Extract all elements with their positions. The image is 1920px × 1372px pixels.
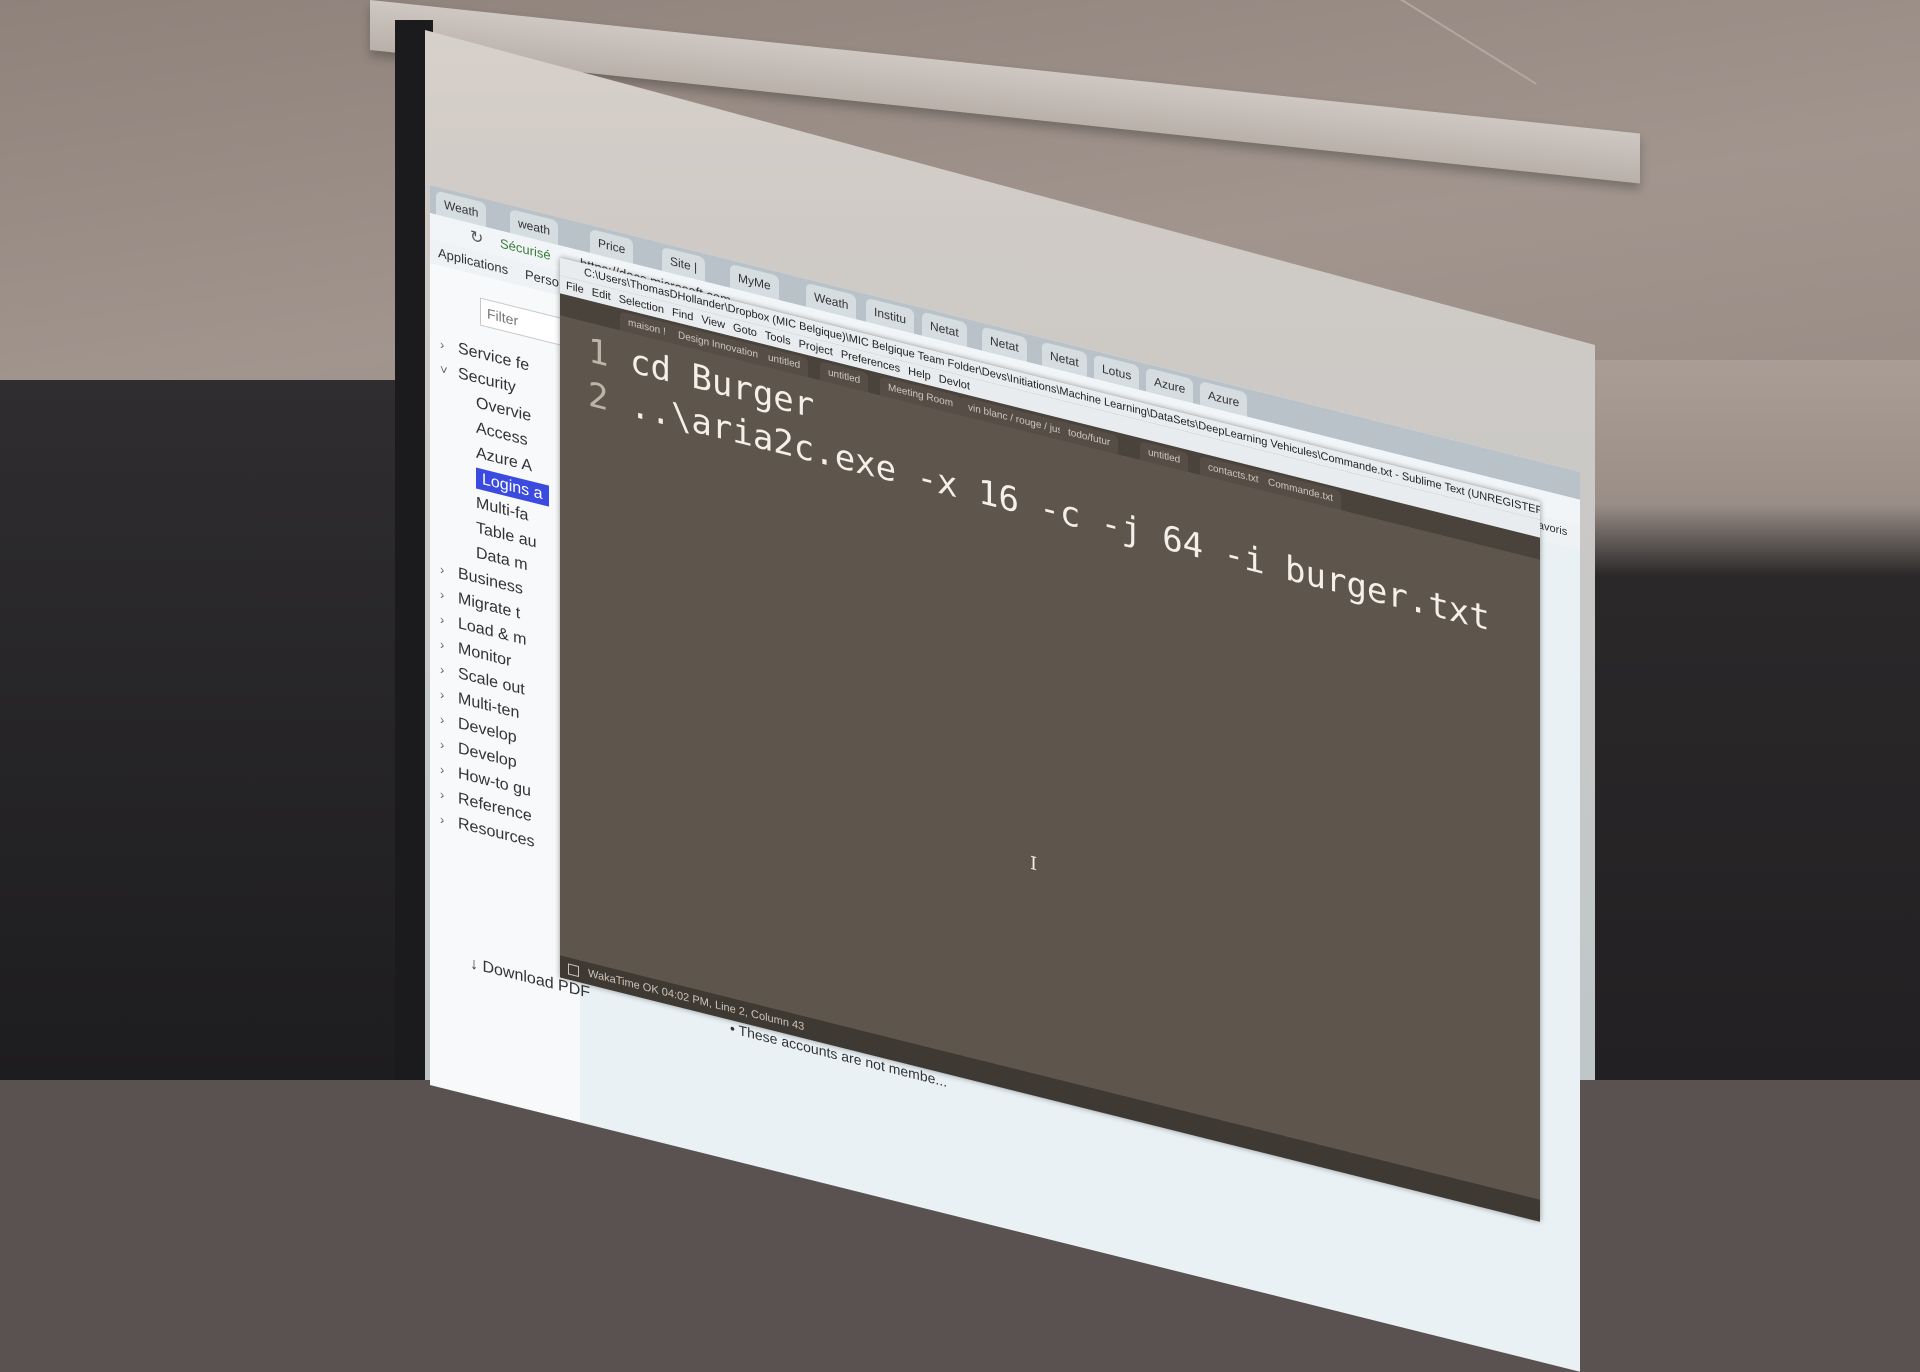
- reload-icon[interactable]: ↻: [470, 226, 483, 249]
- menu-item[interactable]: Find: [672, 306, 693, 323]
- chevron-icon: ›: [440, 661, 445, 678]
- chevron-icon: ˅: [440, 361, 448, 379]
- chevron-icon: ›: [440, 336, 445, 353]
- mouse-cursor-icon: I: [1030, 852, 1038, 876]
- chevron-icon: ›: [440, 686, 445, 703]
- bookmark-perso[interactable]: Perso: [525, 267, 559, 290]
- chevron-icon: ›: [440, 561, 445, 578]
- menu-item[interactable]: Edit: [592, 286, 611, 303]
- download-icon: ↓: [470, 954, 483, 976]
- chevron-icon: ›: [440, 811, 445, 828]
- chevron-icon: ›: [440, 711, 445, 728]
- docs-nav-label: Access: [476, 419, 528, 450]
- line-number: 2: [588, 374, 609, 420]
- chevron-icon: ›: [440, 761, 445, 778]
- docs-nav-label: Data m: [476, 544, 528, 575]
- chevron-icon: ›: [440, 786, 445, 803]
- line-number: 1: [588, 330, 609, 376]
- status-panel-icon[interactable]: [568, 963, 579, 978]
- right-wall: [1580, 360, 1920, 1080]
- chevron-icon: ›: [440, 586, 445, 603]
- left-wall: [0, 380, 400, 1080]
- chevron-icon: ›: [440, 736, 445, 753]
- chevron-icon: ›: [440, 611, 445, 628]
- menu-item[interactable]: File: [566, 280, 584, 296]
- chevron-icon: ›: [440, 636, 445, 653]
